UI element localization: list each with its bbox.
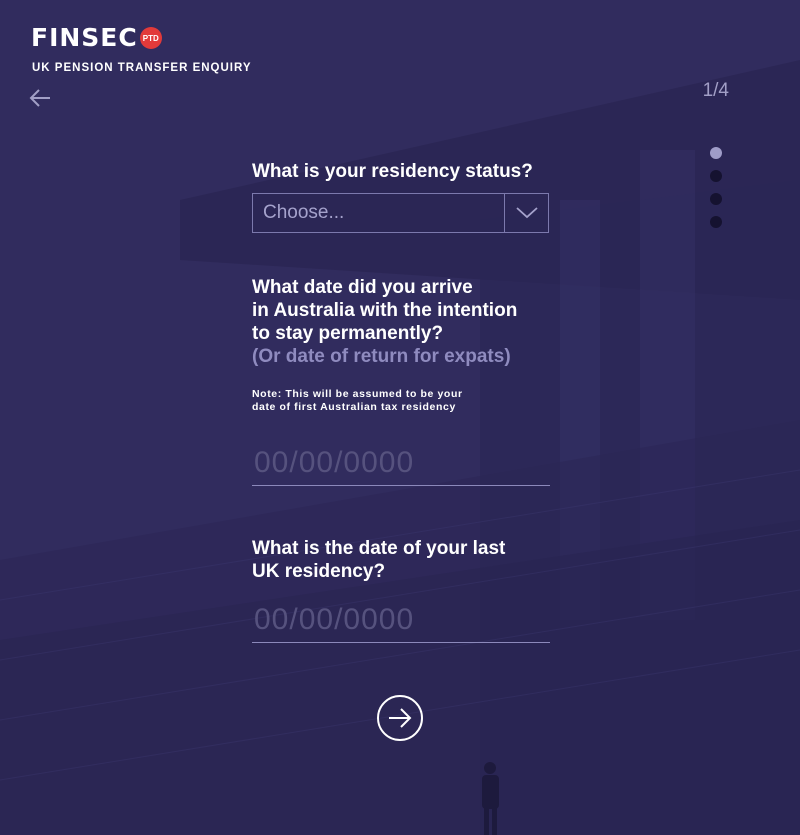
step-dot-4[interactable]: [710, 216, 722, 228]
chevron-down-icon[interactable]: [504, 194, 548, 232]
arrival-note: Note: This will be assumed to be your da…: [252, 388, 550, 414]
last-uk-date-input[interactable]: [252, 601, 550, 643]
back-button[interactable]: [28, 86, 54, 110]
residency-question: What is your residency status?: [252, 161, 533, 182]
enquiry-form: What is your residency status? Choose...…: [252, 160, 550, 643]
last-uk-question-line: UK residency?: [252, 561, 386, 582]
last-uk-question-line: What is the date of your last: [252, 538, 506, 559]
step-dot-3[interactable]: [710, 193, 722, 205]
brand-subtitle: UK PENSION TRANSFER ENQUIRY: [32, 62, 252, 74]
brand-logo[interactable]: FINSEC PTD: [31, 24, 162, 52]
brand-badge: PTD: [139, 27, 162, 49]
residency-select[interactable]: Choose...: [252, 193, 549, 233]
step-dot-2[interactable]: [710, 170, 722, 182]
arrow-right-circle-icon: [389, 708, 412, 728]
arrival-question-line: to stay permanently?: [252, 323, 444, 344]
arrival-question: What date did you arrive in Australia wi…: [252, 276, 550, 368]
step-dot-1[interactable]: [710, 147, 722, 159]
arrival-note-line: Note: This will be assumed to be your: [252, 388, 463, 400]
arrival-question-line: in Australia with the intention: [252, 300, 518, 321]
arrow-left-icon: [29, 89, 50, 107]
arrival-question-sub: (Or date of return for expats): [252, 346, 511, 367]
step-dots: [710, 147, 722, 239]
arrival-note-line: date of first Australian tax residency: [252, 401, 456, 413]
next-button[interactable]: [377, 695, 423, 741]
last-uk-question: What is the date of your last UK residen…: [252, 537, 550, 583]
residency-select-value: Choose...: [263, 202, 345, 223]
brand-name: FINSEC: [31, 23, 138, 52]
step-indicator: 1/4: [702, 80, 729, 101]
arrival-date-input[interactable]: [252, 444, 550, 486]
arrival-question-line: What date did you arrive: [252, 277, 473, 298]
